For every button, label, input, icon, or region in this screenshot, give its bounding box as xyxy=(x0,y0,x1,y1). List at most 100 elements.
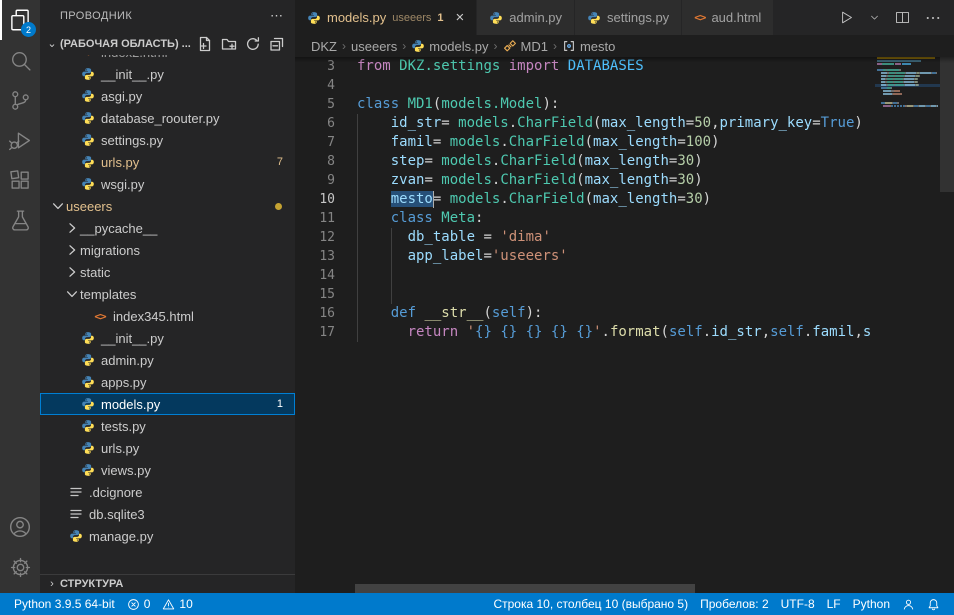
tree-item-label: .dcignore xyxy=(89,485,142,500)
line-number[interactable]: 10 xyxy=(295,190,357,209)
run-dropdown-icon[interactable] xyxy=(868,11,881,24)
status-problems[interactable]: 010 xyxy=(121,593,199,615)
minimap[interactable] xyxy=(875,57,940,563)
activity-item-source-control[interactable] xyxy=(0,80,40,120)
tree-item-templates[interactable]: templates xyxy=(40,283,295,305)
line-number[interactable]: 14 xyxy=(295,266,357,285)
breadcrumb-item-models-py[interactable]: models.py xyxy=(411,39,488,54)
tree-item-admin-py[interactable]: admin.py xyxy=(40,349,295,371)
status-indentation[interactable]: Пробелов: 2 xyxy=(694,593,775,615)
more-icon[interactable] xyxy=(924,9,942,27)
tree-item-database-roouter-py[interactable]: database_roouter.py xyxy=(40,107,295,129)
refresh-icon[interactable] xyxy=(245,36,261,52)
line-number[interactable]: 3 xyxy=(295,57,357,76)
code-line-5[interactable]: 5class MD1(models.Model): xyxy=(295,95,875,114)
tree-item-init-py[interactable]: __init__.py xyxy=(40,327,295,349)
tab-settings-py[interactable]: settings.py xyxy=(575,0,682,35)
run-icon[interactable] xyxy=(838,9,855,26)
workspace-section-header[interactable]: ⌄ (РАБОЧАЯ ОБЛАСТЬ) ... xyxy=(40,32,295,55)
tree-item-wsgi-py[interactable]: wsgi.py xyxy=(40,173,295,195)
line-number[interactable]: 9 xyxy=(295,171,357,190)
activity-item-search[interactable] xyxy=(0,40,40,80)
tree-item-pycache[interactable]: __pycache__ xyxy=(40,217,295,239)
code-line-10[interactable]: 10 mesto= models.CharField(max_length=30… xyxy=(295,190,875,209)
breadcrumb-item-md1[interactable]: MD1 xyxy=(503,39,548,54)
tree-item-index345-html[interactable]: <>index345.html xyxy=(40,305,295,327)
more-actions-icon[interactable]: ⋯ xyxy=(270,8,283,24)
line-number[interactable]: 12 xyxy=(295,228,357,247)
tree-item-useeers[interactable]: useeers xyxy=(40,195,295,217)
tree-item-dcignore[interactable]: .dcignore xyxy=(40,481,295,503)
tree-item-models-py[interactable]: models.py1 xyxy=(40,393,295,415)
code-line-3[interactable]: 3from DKZ.settings import DATABASES xyxy=(295,57,875,76)
status-encoding[interactable]: UTF-8 xyxy=(775,593,821,615)
vertical-scrollbar[interactable] xyxy=(940,57,954,192)
horizontal-scrollbar[interactable] xyxy=(355,584,695,593)
line-number[interactable]: 6 xyxy=(295,114,357,133)
tree-item-manage-py[interactable]: manage.py xyxy=(40,525,295,547)
split-editor-icon[interactable] xyxy=(894,9,911,26)
tree-item-migrations[interactable]: migrations xyxy=(40,239,295,261)
tree-item-static[interactable]: static xyxy=(40,261,295,283)
code-line-7[interactable]: 7 famil= models.CharField(max_length=100… xyxy=(295,133,875,152)
status-cursor-position[interactable]: Строка 10, столбец 10 (выбрано 5) xyxy=(487,593,694,615)
line-number[interactable]: 17 xyxy=(295,323,357,342)
tab-models-py[interactable]: models.pyuseeers1× xyxy=(295,0,477,35)
code-line-12[interactable]: 12 db_table = 'dima' xyxy=(295,228,875,247)
status-feedback[interactable] xyxy=(896,593,921,615)
code-line-11[interactable]: 11 class Meta: xyxy=(295,209,875,228)
line-number[interactable]: 5 xyxy=(295,95,357,114)
status-notifications[interactable] xyxy=(921,593,946,615)
tree-item-apps-py[interactable]: apps.py xyxy=(40,371,295,393)
outline-section-header[interactable]: › СТРУКТУРА xyxy=(40,574,295,593)
tab-aud-html[interactable]: <>aud.html xyxy=(682,0,774,35)
code-line-17[interactable]: 17 return '{} {} {} {} {}'.format(self.i… xyxy=(295,323,875,342)
tree-item-urls-py[interactable]: urls.py7 xyxy=(40,151,295,173)
line-number[interactable]: 4 xyxy=(295,76,357,95)
code-line-16[interactable]: 16 def __str__(self): xyxy=(295,304,875,323)
status-language-mode[interactable]: Python xyxy=(847,593,896,615)
new-folder-icon[interactable] xyxy=(221,36,237,52)
tree-item-tests-py[interactable]: tests.py xyxy=(40,415,295,437)
collapse-all-icon[interactable] xyxy=(269,36,285,52)
line-number[interactable]: 13 xyxy=(295,247,357,266)
activity-item-extensions[interactable] xyxy=(0,160,40,200)
python-icon xyxy=(80,440,96,456)
breadcrumb-item-useeers[interactable]: useeers xyxy=(351,39,397,54)
line-number[interactable]: 7 xyxy=(295,133,357,152)
status-python-interpreter[interactable]: Python 3.9.5 64-bit xyxy=(8,593,121,615)
code-line-14[interactable]: 14 xyxy=(295,266,875,285)
tree-item-index2-html[interactable]: <>index2.html xyxy=(40,55,295,63)
warning-icon xyxy=(162,598,175,611)
vscode-window: 2 ПРОВОДНИК ⋯ ⌄ (РАБОЧАЯ ОБЛАСТЬ) ... <>… xyxy=(0,0,954,615)
new-file-icon[interactable] xyxy=(197,36,213,52)
activity-item-testing[interactable] xyxy=(0,200,40,240)
code-line-13[interactable]: 13 app_label='useeers' xyxy=(295,247,875,266)
code-line-6[interactable]: 6 id_str= models.CharField(max_length=50… xyxy=(295,114,875,133)
line-number[interactable]: 16 xyxy=(295,304,357,323)
code-line-8[interactable]: 8 step= models.CharField(max_length=30) xyxy=(295,152,875,171)
close-icon[interactable]: × xyxy=(456,10,465,25)
tree-item-views-py[interactable]: views.py xyxy=(40,459,295,481)
code-area[interactable]: 3from DKZ.settings import DATABASES45cla… xyxy=(295,57,875,563)
line-number[interactable]: 15 xyxy=(295,285,357,304)
activity-item-account[interactable] xyxy=(0,507,40,547)
tree-item-init-py[interactable]: __init__.py xyxy=(40,63,295,85)
tree-item-asgi-py[interactable]: asgi.py xyxy=(40,85,295,107)
tree-item-urls-py[interactable]: urls.py xyxy=(40,437,295,459)
code-line-4[interactable]: 4 xyxy=(295,76,875,95)
activity-item-run-debug[interactable] xyxy=(0,120,40,160)
line-number[interactable]: 11 xyxy=(295,209,357,228)
breadcrumb-item-mesto[interactable]: mesto xyxy=(562,39,615,54)
python-icon xyxy=(489,11,503,25)
code-line-15[interactable]: 15 xyxy=(295,285,875,304)
code-line-9[interactable]: 9 zvan= models.CharField(max_length=30) xyxy=(295,171,875,190)
line-number[interactable]: 8 xyxy=(295,152,357,171)
tree-item-settings-py[interactable]: settings.py xyxy=(40,129,295,151)
tab-admin-py[interactable]: admin.py xyxy=(477,0,575,35)
status-eol[interactable]: LF xyxy=(821,593,847,615)
breadcrumb-item-dkz[interactable]: DKZ xyxy=(311,39,337,54)
activity-item-settings-gear[interactable] xyxy=(0,547,40,587)
tree-item-db-sqlite3[interactable]: db.sqlite3 xyxy=(40,503,295,525)
activity-item-explorer[interactable]: 2 xyxy=(0,0,40,40)
